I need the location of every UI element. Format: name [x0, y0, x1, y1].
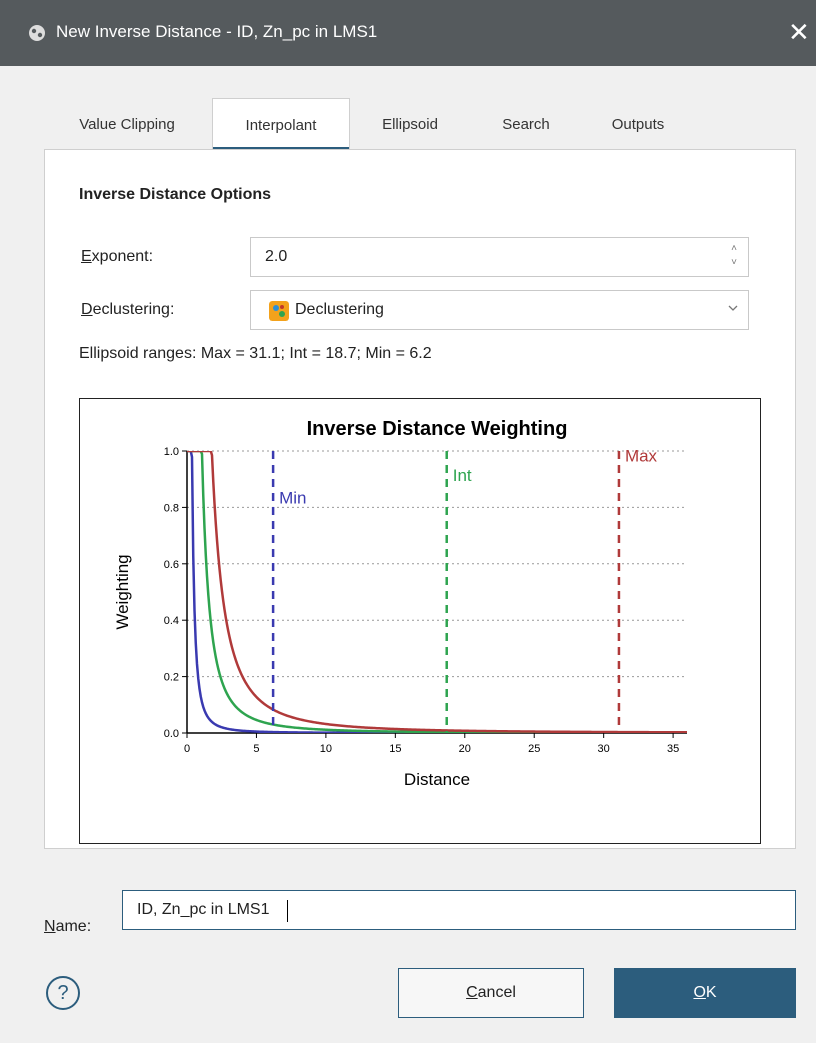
y-tick-label: 0.6	[164, 559, 179, 571]
mnemonic: C	[466, 984, 478, 1001]
y-axis-label: Weighting	[113, 554, 132, 629]
cancel-button[interactable]: Cancel	[398, 968, 584, 1018]
help-icon[interactable]: ?	[46, 976, 80, 1010]
x-tick-label: 0	[184, 743, 190, 755]
marker-label-min: Min	[279, 488, 306, 507]
tab-label: Outputs	[611, 116, 665, 133]
mnemonic: O	[693, 984, 706, 1001]
mnemonic: E	[81, 248, 92, 265]
spin-arrows-icon[interactable]: ˄ ˅	[728, 242, 740, 272]
exponent-value: 2.0	[265, 248, 288, 265]
x-tick-label: 15	[389, 743, 401, 755]
label-text: ame:	[55, 918, 92, 935]
x-tick-label: 35	[667, 743, 679, 755]
tab-outputs[interactable]: Outputs	[582, 98, 694, 148]
chart-svg: Inverse Distance Weighting 0.0 0.2 0.4 0.6 0.…	[113, 418, 687, 789]
app-icon	[29, 25, 45, 41]
name-input[interactable]: ID, Zn_pc in LMS1	[122, 890, 796, 930]
y-tick-label: 1.0	[164, 446, 179, 458]
x-tick-label: 30	[598, 743, 610, 755]
marker-label-max: Max	[625, 446, 658, 465]
marker-label-int: Int	[453, 466, 472, 485]
declustering-icon	[269, 301, 289, 321]
declustering-label: Declustering:	[81, 301, 174, 319]
series-line-2	[187, 451, 687, 733]
ok-button[interactable]: OK	[614, 968, 796, 1018]
series-line-1	[187, 451, 687, 733]
tab-label: Value Clipping	[79, 116, 175, 133]
tab-label: Search	[502, 116, 550, 133]
tab-interpolant[interactable]: Interpolant	[212, 98, 350, 151]
tab-ellipsoid[interactable]: Ellipsoid	[350, 98, 470, 148]
window-title: New Inverse Distance - ID, Zn_pc in LMS1	[56, 22, 378, 41]
name-label: Name:	[44, 918, 91, 936]
button-label: K	[705, 984, 717, 1001]
exponent-spinbox[interactable]: 2.0 ˄ ˅	[250, 237, 749, 277]
tab-label: Interpolant	[245, 117, 317, 134]
tab-label: Ellipsoid	[382, 116, 438, 133]
series-line-0	[187, 451, 687, 733]
x-tick-label: 20	[459, 743, 471, 755]
x-tick-label: 5	[253, 743, 259, 755]
name-value: ID, Zn_pc in LMS1	[137, 901, 270, 918]
mnemonic: N	[44, 918, 56, 935]
interpolant-panel: Inverse Distance Options Exponent: 2.0 ˄…	[44, 149, 796, 849]
title-bar: New Inverse Distance - ID, Zn_pc in LMS1…	[0, 0, 816, 66]
label-text: eclustering:	[92, 301, 175, 318]
tab-value-clipping[interactable]: Value Clipping	[44, 98, 210, 148]
y-tick-label: 0.2	[164, 672, 179, 684]
x-tick-label: 10	[320, 743, 332, 755]
chevron-down-icon	[728, 305, 738, 311]
x-axis-label: Distance	[404, 770, 470, 789]
y-tick-label: 0.8	[164, 502, 179, 514]
y-tick-label: 0.0	[164, 728, 179, 740]
chart-title: Inverse Distance Weighting	[307, 418, 568, 440]
declustering-value: Declustering	[295, 301, 384, 318]
label-text: xponent:	[91, 248, 154, 265]
mnemonic: D	[81, 301, 93, 318]
ellipsoid-ranges-text: Ellipsoid ranges: Max = 31.1; Int = 18.7…	[79, 345, 432, 362]
button-label: ancel	[477, 984, 516, 1001]
section-title: Inverse Distance Options	[79, 186, 272, 203]
declustering-select[interactable]: Declustering	[250, 290, 749, 330]
tab-bar: Value Clipping Interpolant Ellipsoid Sea…	[44, 98, 796, 151]
exponent-label: Exponent:	[81, 248, 153, 266]
y-tick-label: 0.4	[164, 615, 179, 627]
x-tick-label: 25	[528, 743, 540, 755]
text-caret	[287, 900, 288, 922]
tab-search[interactable]: Search	[472, 98, 580, 148]
idw-chart: Inverse Distance Weighting 0.0 0.2 0.4 0.6 0.…	[79, 398, 761, 844]
close-icon[interactable]: ✕	[788, 14, 816, 50]
